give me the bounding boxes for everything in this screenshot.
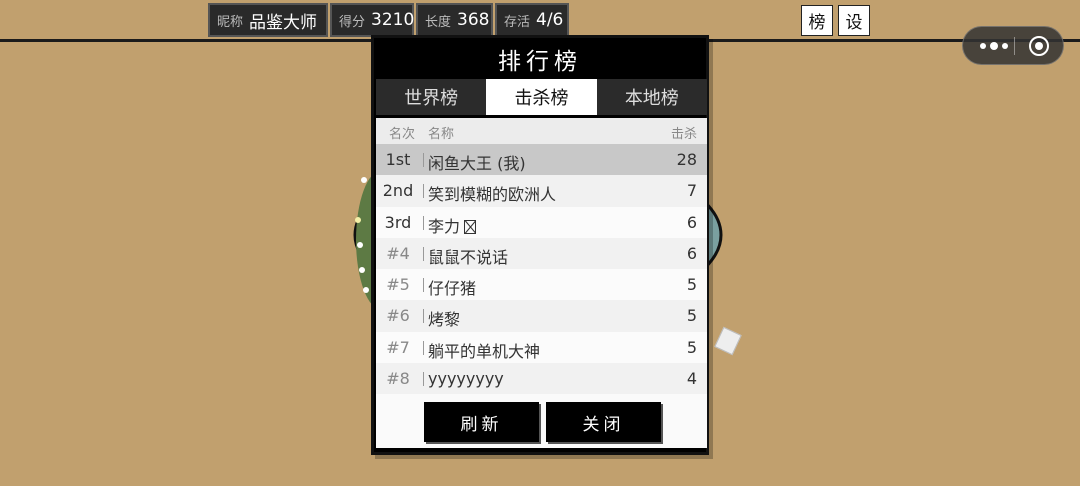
- row-name: 李力: [428, 216, 461, 236]
- alive-stat: 存活 4/6: [495, 3, 569, 37]
- row-kills: 28: [676, 150, 697, 169]
- row-rank: #6: [386, 306, 410, 326]
- length-stat: 长度 368: [416, 3, 493, 37]
- table-row[interactable]: 1st 闲鱼大王 (我) 28: [376, 144, 707, 176]
- table-row[interactable]: #6 烤黎 5: [376, 300, 707, 332]
- nickname-value: 品鉴大师: [249, 12, 318, 33]
- table-row[interactable]: #7 躺平的单机大神 5: [376, 331, 707, 364]
- close-miniprogram-icon[interactable]: [1028, 35, 1050, 57]
- row-divider: [423, 340, 424, 355]
- nickname-label: 昵称: [217, 14, 244, 30]
- row-kills: 5: [686, 306, 697, 326]
- row-kills: 4: [686, 369, 697, 389]
- row-rank: 3rd: [384, 212, 412, 232]
- tab-world[interactable]: 世界榜: [376, 79, 486, 115]
- leaderboard-panel: 名次 名称 击杀 1st 闲鱼大王 (我) 28 2nd 笑到模糊的欧洲人 7 …: [376, 118, 707, 448]
- table-row[interactable]: #8 yyyyyyyy 4: [376, 363, 707, 395]
- debris-shard: [714, 326, 742, 356]
- capsule-divider: [1014, 37, 1015, 55]
- row-kills: 7: [686, 181, 697, 201]
- column-rank: 名次: [389, 127, 416, 142]
- leaderboard-modal: 排行榜 世界榜 击杀榜 本地榜 名次 名称 击杀 1st 闲鱼大王 (我) 28…: [371, 35, 709, 455]
- row-name: 鼠鼠不说话: [428, 247, 509, 267]
- row-divider: [423, 372, 424, 387]
- row-rank: #8: [386, 369, 410, 389]
- unknown-glyph-icon: [464, 219, 477, 234]
- more-menu-icon[interactable]: [976, 27, 1012, 64]
- refresh-button[interactable]: 刷新: [424, 402, 539, 442]
- miniprogram-capsule: [962, 26, 1064, 65]
- alive-value: 4/6: [536, 10, 564, 30]
- table-row[interactable]: #5 仔仔猪 5: [376, 269, 707, 301]
- rank-button[interactable]: 榜: [801, 5, 833, 36]
- leaderboard-tabs: 世界榜 击杀榜 本地榜: [376, 79, 707, 115]
- score-value: 3210: [371, 10, 415, 30]
- row-name-wrap: 李力: [428, 213, 477, 237]
- table-row[interactable]: #4 鼠鼠不说话 6: [376, 237, 707, 270]
- row-name: yyyyyyyy: [428, 369, 504, 389]
- row-name: 烤黎: [428, 310, 461, 330]
- row-rank: 1st: [385, 150, 411, 169]
- row-kills: 5: [686, 337, 697, 357]
- row-name: 躺平的单机大神: [428, 341, 541, 361]
- length-value: 368: [457, 10, 490, 30]
- modal-title: 排行榜: [498, 49, 582, 75]
- row-rank: #4: [386, 243, 410, 263]
- column-kills: 击杀: [670, 127, 697, 142]
- score-stat: 得分 3210: [330, 3, 414, 37]
- row-rank: #5: [386, 275, 410, 295]
- column-name: 名称: [428, 127, 455, 142]
- length-label: 长度: [425, 14, 452, 30]
- score-label: 得分: [339, 14, 366, 30]
- row-rank: 2nd: [382, 181, 414, 201]
- row-name: 笑到模糊的欧洲人: [428, 185, 557, 205]
- row-rank: #7: [386, 337, 410, 357]
- leaderboard-rows: 1st 闲鱼大王 (我) 28 2nd 笑到模糊的欧洲人 7 3rd 李力 6 …: [376, 144, 707, 395]
- row-name: 闲鱼大王 (我): [428, 154, 526, 173]
- table-header: 名次 名称 击杀: [376, 118, 707, 144]
- row-kills: 6: [686, 212, 697, 232]
- row-divider: [423, 184, 424, 199]
- row-divider: [423, 246, 424, 261]
- table-row[interactable]: 2nd 笑到模糊的欧洲人 7: [376, 175, 707, 207]
- row-divider: [423, 309, 424, 324]
- row-kills: 5: [686, 275, 697, 295]
- row-kills: 6: [686, 243, 697, 263]
- row-divider: [423, 215, 424, 230]
- tab-kills[interactable]: 击杀榜: [486, 79, 597, 115]
- close-button[interactable]: 关闭: [546, 402, 661, 442]
- table-row[interactable]: 3rd 李力 6: [376, 206, 707, 238]
- alive-label: 存活: [504, 14, 531, 30]
- row-name: 仔仔猪: [428, 279, 477, 299]
- nickname-stat: 昵称 品鉴大师: [208, 3, 328, 37]
- row-divider: [423, 278, 424, 293]
- settings-button[interactable]: 设: [838, 5, 870, 36]
- tab-local[interactable]: 本地榜: [597, 79, 707, 115]
- row-divider: [423, 153, 424, 167]
